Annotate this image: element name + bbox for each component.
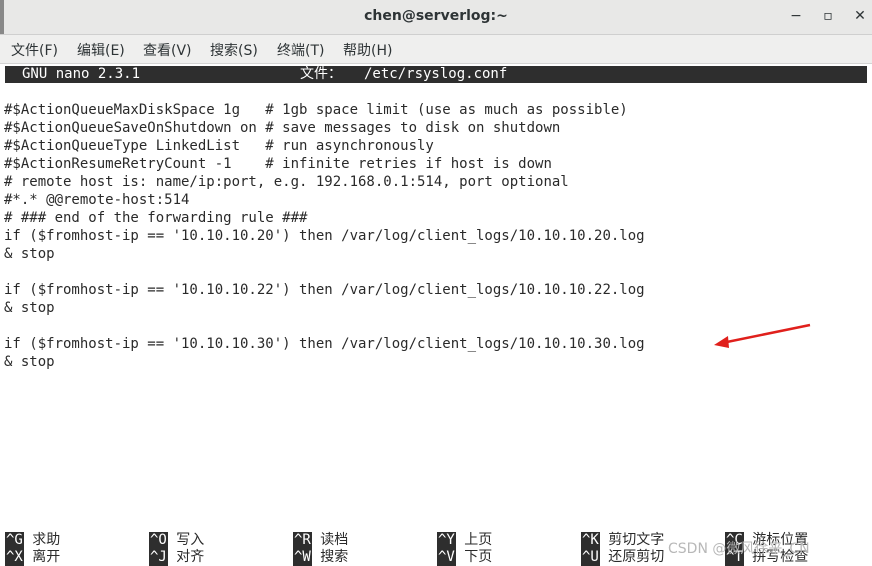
code-line: # ### end of the forwarding rule ### — [4, 210, 308, 226]
help-key: ^O — [149, 532, 168, 549]
nano-version: GNU nano 2.3.1 — [22, 66, 141, 82]
minimize-icon[interactable]: − — [786, 6, 806, 26]
code-line: #*.* @@remote-host:514 — [4, 192, 190, 208]
help-item: ^W 搜索 — [293, 549, 348, 566]
help-key: ^U — [581, 549, 600, 566]
help-key: ^R — [293, 532, 312, 549]
help-label: 还原剪切 — [608, 549, 665, 565]
help-label: 剪切文字 — [608, 532, 665, 548]
arrow-head — [714, 336, 729, 348]
nano-file-label: 文件： — [300, 66, 342, 82]
help-item: ^X 离开 — [5, 549, 60, 566]
help-key: ^W — [293, 549, 312, 566]
menu-bar: 文件(F) 编辑(E) 查看(V) 搜索(S) 终端(T) 帮助(H) — [0, 35, 872, 64]
code-line: # remote host is: name/ip:port, e.g. 192… — [4, 174, 569, 190]
close-icon[interactable]: ✕ — [850, 6, 870, 26]
help-key: ^K — [581, 532, 600, 549]
maximize-icon[interactable]: ▫ — [818, 6, 838, 26]
help-label: 离开 — [32, 549, 61, 565]
help-item: ^K 剪切文字 — [581, 532, 664, 549]
help-item: ^G 求助 — [5, 532, 60, 549]
menu-edit[interactable]: 编辑(E) — [77, 40, 125, 60]
help-item: ^U 还原剪切 — [581, 549, 664, 566]
menu-terminal[interactable]: 终端(T) — [277, 40, 324, 60]
code-line: #$ActionQueueType LinkedList # run async… — [4, 138, 434, 154]
help-item: ^O 写入 — [149, 532, 204, 549]
help-key: ^V — [437, 549, 456, 566]
menu-search[interactable]: 搜索(S) — [210, 40, 258, 60]
arrow-shaft — [721, 323, 811, 345]
help-key: ^Y — [437, 532, 456, 549]
nano-file-path: /etc/rsyslog.conf — [364, 66, 508, 82]
help-item: ^J 对齐 — [149, 549, 204, 566]
code-line: #$ActionQueueSaveOnShutdown on # save me… — [4, 120, 561, 136]
window-titlebar[interactable]: chen@serverlog:~ − ▫ ✕ — [0, 0, 872, 35]
code-line: & stop — [4, 246, 55, 262]
help-key: ^G — [5, 532, 24, 549]
annotation-arrow-icon — [714, 323, 811, 348]
help-item: ^Y 上页 — [437, 532, 492, 549]
help-item: ^V 下页 — [437, 549, 492, 566]
help-label: 下页 — [464, 549, 493, 565]
code-line: & stop — [4, 354, 55, 370]
help-label: 求助 — [32, 532, 61, 548]
help-label: 对齐 — [176, 549, 205, 565]
code-line: if ($fromhost-ip == '10.10.10.22') then … — [4, 282, 645, 298]
code-line: #$ActionQueueMaxDiskSpace 1g # 1gb space… — [4, 102, 628, 118]
help-label: 写入 — [176, 532, 205, 548]
code-line: if ($fromhost-ip == '10.10.10.30') then … — [4, 336, 645, 352]
help-key: ^X — [5, 549, 24, 566]
help-item: ^R 读档 — [293, 532, 348, 549]
code-line: & stop — [4, 300, 55, 316]
code-line: #$ActionResumeRetryCount -1 # infinite r… — [4, 156, 552, 172]
menu-help[interactable]: 帮助(H) — [343, 40, 392, 60]
code-line: if ($fromhost-ip == '10.10.10.20') then … — [4, 228, 645, 244]
help-label: 上页 — [464, 532, 493, 548]
help-label: 搜索 — [320, 549, 349, 565]
watermark: CSDN @微风徐来_CN — [668, 541, 810, 557]
menu-file[interactable]: 文件(F) — [11, 40, 58, 60]
help-key: ^J — [149, 549, 168, 566]
help-label: 读档 — [320, 532, 349, 548]
menu-view[interactable]: 查看(V) — [143, 40, 192, 60]
window-title: chen@serverlog:~ — [364, 8, 508, 24]
nano-header-bar: GNU nano 2.3.1 文件： /etc/rsyslog.conf — [5, 66, 867, 83]
